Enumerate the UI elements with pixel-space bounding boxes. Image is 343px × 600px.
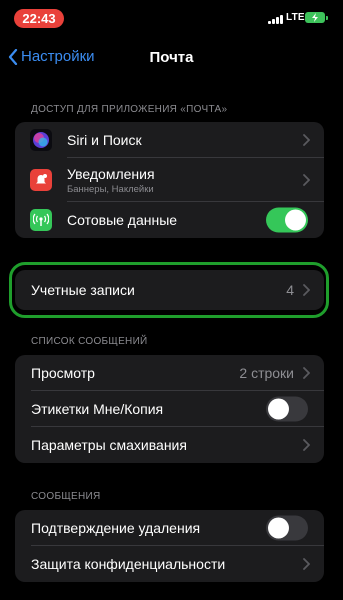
cellular-data-toggle[interactable] [266,207,308,233]
preview-value: 2 строки [239,365,294,381]
message-list-group: Просмотр 2 строки Этикетки Мне/Копия Пар… [15,355,324,463]
preview-row[interactable]: Просмотр 2 строки [15,355,324,391]
preview-label: Просмотр [31,365,95,381]
swipe-options-label: Параметры смахивания [31,437,187,453]
to-cc-labels-label: Этикетки Мне/Копия [31,401,164,417]
chevron-right-icon [303,367,310,379]
chevron-right-icon [303,558,310,570]
siri-search-row[interactable]: Siri и Поиск [15,122,324,158]
section-header-access: ДОСТУП ДЛЯ ПРИЛОЖЕНИЯ «ПОЧТА» [31,104,228,115]
section-header-messages: СООБЩЕНИЯ [31,491,101,502]
notifications-icon [30,169,52,191]
ask-before-deleting-toggle[interactable] [266,515,308,541]
battery-charging-icon [305,12,328,23]
siri-search-label: Siri и Поиск [67,132,142,148]
privacy-protection-label: Защита конфиденциальности [31,556,226,572]
cellular-data-label: Сотовые данные [67,212,178,228]
notifications-sublabel: Баннеры, Наклейки [67,183,154,195]
access-group: Siri и Поиск Уведомления Баннеры, Наклей… [15,122,324,238]
navigation-bar: Настройки Почта [0,44,343,74]
accounts-highlight-outline [9,262,329,318]
ask-before-deleting-label: Подтверждение удаления [31,520,201,536]
privacy-protection-row[interactable]: Защита конфиденциальности [15,546,324,582]
signal-bars-icon [268,14,283,24]
cellular-data-row: Сотовые данные [15,202,324,238]
ask-before-deleting-row: Подтверждение удаления [15,510,324,546]
status-bar: 22:43 LTE [0,0,343,36]
status-time[interactable]: 22:43 [14,9,64,28]
chevron-right-icon [303,174,310,186]
swipe-options-row[interactable]: Параметры смахивания [15,427,324,463]
siri-icon [30,129,52,151]
to-cc-labels-row: Этикетки Мне/Копия [15,391,324,427]
cellular-icon [30,209,52,231]
notifications-label: Уведомления [67,165,155,182]
chevron-right-icon [303,134,310,146]
page-title: Почта [149,49,194,66]
section-header-message-list: СПИСОК СООБЩЕНИЙ [31,336,148,347]
notifications-row[interactable]: Уведомления Баннеры, Наклейки [15,158,324,202]
network-type: LTE [286,12,305,23]
messages-group: Подтверждение удаления Защита конфиденци… [15,510,324,582]
chevron-right-icon [303,439,310,451]
to-cc-labels-toggle[interactable] [266,396,308,422]
